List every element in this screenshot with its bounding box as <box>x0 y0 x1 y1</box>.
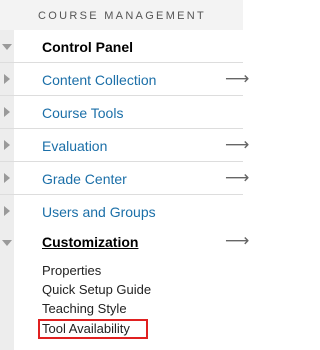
arrow-right-icon[interactable]: ⟶ <box>225 231 249 251</box>
expander-column <box>0 195 14 227</box>
expander-column <box>0 30 14 62</box>
menu-item-content-collection[interactable]: Content Collection ⟶ <box>0 63 249 96</box>
expand-right-icon <box>4 140 10 150</box>
expander-column <box>0 63 14 95</box>
customization-section: Customization ⟶ Properties Quick Setup G… <box>0 226 249 350</box>
expander-column <box>0 96 14 128</box>
arrow-right-icon[interactable]: ⟶ <box>225 69 249 89</box>
menu-item-label: Course Tools <box>42 105 124 121</box>
expand-right-icon <box>4 206 10 216</box>
submenu-item-properties[interactable]: Properties <box>42 263 101 278</box>
expander-column <box>0 129 14 161</box>
expand-right-icon <box>4 173 10 183</box>
section-title: COURSE MANAGEMENT <box>38 10 207 22</box>
expand-down-icon <box>2 240 12 246</box>
customization-header[interactable]: Customization <box>42 234 138 250</box>
highlight-box <box>38 319 148 339</box>
course-management-panel: COURSE MANAGEMENT Control Panel Content … <box>0 0 249 350</box>
section-header: COURSE MANAGEMENT <box>0 0 243 31</box>
expand-right-icon <box>4 107 10 117</box>
control-panel-label: Control Panel <box>42 39 134 55</box>
control-panel-header[interactable]: Control Panel <box>0 30 243 63</box>
expander-column <box>0 162 14 194</box>
arrow-right-icon[interactable]: ⟶ <box>225 168 249 188</box>
arrow-right-icon[interactable]: ⟶ <box>225 135 249 155</box>
menu-item-label: Evaluation <box>42 138 108 154</box>
menu-item-label: Grade Center <box>42 171 127 187</box>
menu-item-grade-center[interactable]: Grade Center ⟶ <box>0 162 249 195</box>
menu-item-evaluation[interactable]: Evaluation ⟶ <box>0 129 249 162</box>
menu-item-users-and-groups[interactable]: Users and Groups <box>0 195 243 228</box>
submenu-item-quick-setup-guide[interactable]: Quick Setup Guide <box>42 282 151 297</box>
expand-down-icon <box>2 44 12 50</box>
expander-column <box>0 226 14 350</box>
menu-item-label: Content Collection <box>42 72 157 88</box>
submenu-item-teaching-style[interactable]: Teaching Style <box>42 301 127 316</box>
expand-right-icon <box>4 74 10 84</box>
menu-item-label: Users and Groups <box>42 204 156 220</box>
menu-item-course-tools[interactable]: Course Tools <box>0 96 243 129</box>
